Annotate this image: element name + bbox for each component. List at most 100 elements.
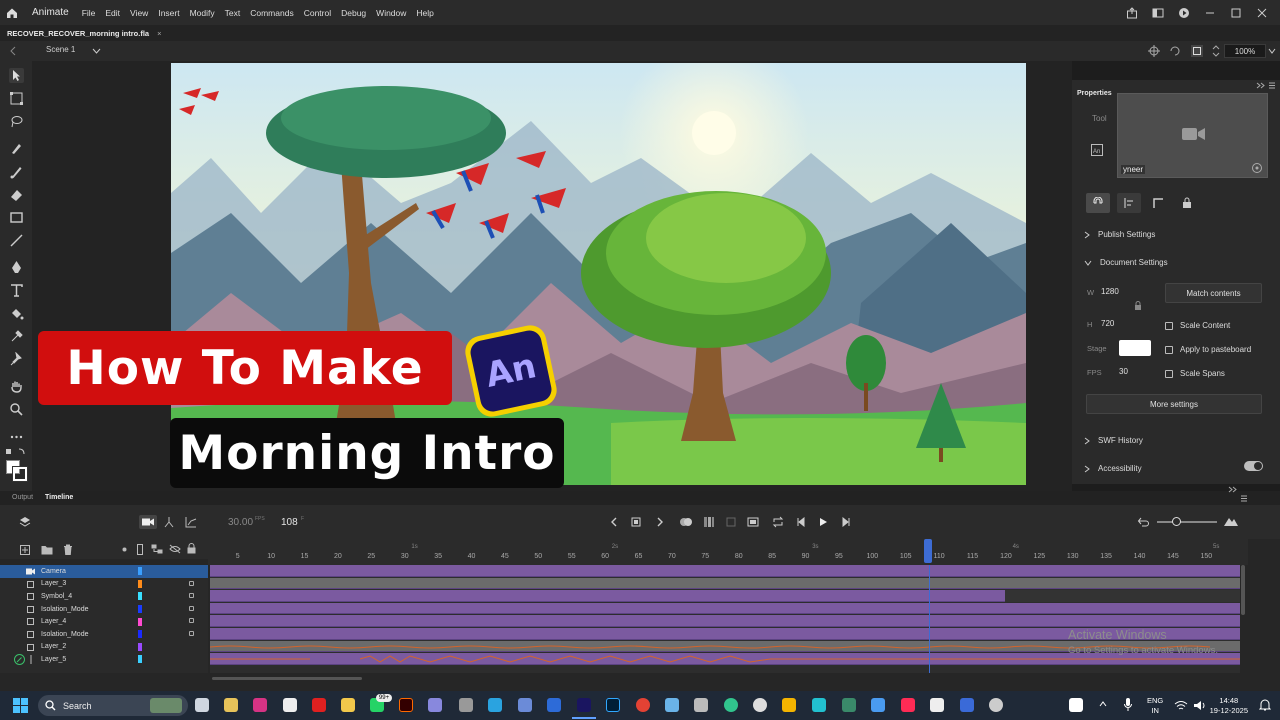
notifications-icon[interactable] [1259,699,1271,712]
menu-help[interactable]: Help [411,8,438,18]
snap-magnet-button[interactable] [1086,193,1110,213]
zoom-tool-icon[interactable] [9,402,24,417]
eyedropper-tool-icon[interactable] [9,329,24,344]
microphone-icon[interactable] [1124,698,1132,712]
parenting-icon[interactable] [151,544,163,554]
mountain-zoom-icon[interactable] [1224,516,1238,526]
menu-insert[interactable]: Insert [153,8,184,18]
rectangle-tool-icon[interactable] [9,210,24,225]
menu-text[interactable]: Text [220,8,246,18]
menu-debug[interactable]: Debug [336,8,371,18]
play-icon[interactable] [818,517,828,527]
webcam-settings-icon[interactable] [1251,162,1263,174]
tab-timeline[interactable]: Timeline [45,494,73,501]
chatgpt-icon[interactable] [283,698,297,712]
layer-row[interactable]: Layer_4 [0,615,208,628]
layer-row[interactable]: Layer_5 [0,653,208,666]
zoom-field[interactable]: 100% [1224,44,1266,58]
free-transform-tool-icon[interactable] [9,91,24,106]
current-frame-display[interactable]: 108 [281,517,298,528]
hand-tool-icon[interactable] [9,379,24,394]
layer-lock-icon[interactable] [189,580,194,586]
layer-color[interactable] [138,567,142,576]
notes-icon[interactable] [518,698,532,712]
maximize-icon[interactable] [1230,7,1242,19]
capcut-icon-2[interactable] [930,698,944,712]
center-stage-icon[interactable] [1148,45,1160,57]
selection-tool-icon[interactable] [9,68,24,83]
layer-color[interactable] [138,592,142,601]
home-icon[interactable] [0,0,24,25]
fps-display[interactable]: 30.00 [228,517,253,528]
menu-window[interactable]: Window [371,8,411,18]
more-tools-icon[interactable] [9,429,24,444]
playhead-handle[interactable] [924,539,932,563]
next-keyframe-icon[interactable] [655,517,665,527]
document-tab[interactable]: RECOVER_RECOVER_morning intro.fla × [0,29,169,38]
zoom-dropdown-icon[interactable] [1268,47,1276,55]
layer-row[interactable]: Layer_2 [0,641,208,654]
layer-row[interactable]: Isolation_Mode [0,603,208,616]
frame-track[interactable] [210,602,1240,615]
timeline-vertical-scrollbar[interactable] [1241,565,1245,615]
delete-layer-icon[interactable] [63,544,73,555]
step-forward-icon[interactable] [841,517,851,527]
height-field[interactable]: 720 [1101,319,1114,328]
match-contents-button[interactable]: Match contents [1165,283,1262,303]
swf-history-section[interactable]: SWF History [1084,436,1143,445]
paint-bucket-tool-icon[interactable] [9,306,24,321]
stroke-color-swatch[interactable] [12,466,28,482]
menu-edit[interactable]: Edit [100,8,125,18]
lock-layers-icon[interactable] [187,543,196,554]
drive-icon[interactable] [782,698,796,712]
photoshop-icon[interactable] [606,698,620,712]
layer-color[interactable] [138,642,142,651]
close-window-icon[interactable] [1256,7,1268,19]
back-arrow-icon[interactable] [8,45,18,57]
chrome-icon-2[interactable] [665,698,679,712]
tab-output[interactable]: Output [12,494,33,501]
scene-dropdown-icon[interactable] [92,47,101,55]
frame-size-slider[interactable] [1157,521,1217,523]
layer-lock-icon[interactable] [189,593,194,599]
minimize-icon[interactable] [1204,7,1216,19]
canva-icon[interactable] [812,698,826,712]
frame-grid[interactable] [209,565,1240,673]
highlight-dot-icon[interactable] [122,547,127,552]
timeline-menu-icon[interactable] [1240,495,1248,502]
step-back-icon[interactable] [796,517,806,527]
play-test-icon[interactable] [1178,7,1190,19]
stage-color-swatch[interactable] [1119,340,1151,356]
clip-stage-icon[interactable] [1190,44,1204,58]
layer-lock-icon[interactable] [189,605,194,611]
illustrator-icon[interactable] [399,698,413,712]
settings-gear-icon[interactable] [989,698,1003,712]
chrome-icon[interactable] [636,698,650,712]
language-indicator[interactable]: ENG IN [1147,696,1163,716]
swap-colors-icon[interactable] [5,447,27,457]
menu-commands[interactable]: Commands [245,8,298,18]
outline-icon[interactable] [137,544,143,555]
lasso-tool-icon[interactable] [9,114,24,129]
more-settings-button[interactable]: More settings [1086,394,1262,414]
volume-icon[interactable] [1193,700,1207,711]
app-icon-4[interactable] [871,698,885,712]
layer-color[interactable] [138,605,142,614]
frame-ruler[interactable]: 5 10 15 20 25 30 35 40 45 50 55 60 65 70 75 80 85 90 95 100… [208,539,1248,565]
lock-icon[interactable] [1182,197,1192,209]
app-icon-6[interactable] [960,698,974,712]
insert-keyframe-icon[interactable] [631,517,641,527]
scale-content-checkbox[interactable]: Scale Content [1165,321,1230,330]
onion-skin-icon[interactable] [679,516,693,528]
frame-center-icon[interactable] [725,516,737,528]
frame-track-camera[interactable] [210,565,1240,577]
app-icon[interactable] [428,698,442,712]
layer-depth-icon[interactable] [163,516,175,528]
menu-control[interactable]: Control [299,8,336,18]
layer-row[interactable]: Symbol_4 [0,590,208,603]
task-view-icon[interactable] [195,698,209,712]
close-tab-icon[interactable]: × [157,29,161,38]
accessibility-toggle[interactable] [1244,461,1263,471]
loop-icon[interactable] [772,516,784,528]
app-icon-2[interactable] [694,698,708,712]
